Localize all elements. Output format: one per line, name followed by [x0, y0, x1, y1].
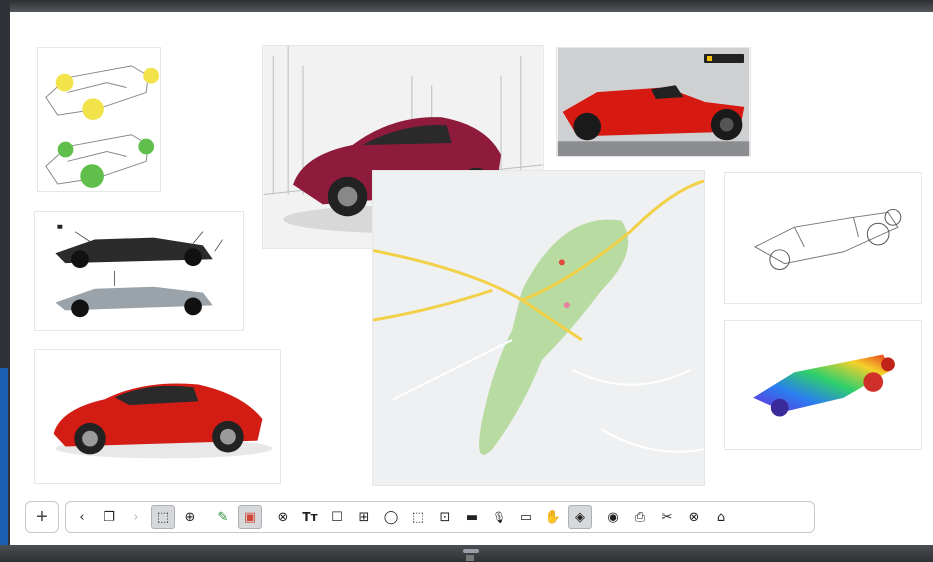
copy-button[interactable]: ❐ — [97, 505, 121, 529]
video-icon: ▬ — [465, 509, 479, 525]
f1-cfd-render-card[interactable] — [724, 320, 922, 450]
eraser-icon: ⊗ — [277, 509, 289, 525]
home-button[interactable]: ⌂ — [709, 505, 733, 529]
f1-line-drawing-image — [753, 208, 902, 271]
screen-icon: ⊡ — [439, 509, 451, 525]
home-icon: ⌂ — [716, 509, 726, 525]
video-button[interactable]: ▬ — [460, 505, 484, 529]
record-button[interactable]: ◉ — [601, 505, 625, 529]
keyboard-icon: ▭ — [519, 509, 533, 525]
f1-sketch-image — [45, 65, 160, 188]
color-button[interactable]: ▣ — [238, 505, 262, 529]
circuit-map-card[interactable] — [372, 170, 705, 486]
f1-line-drawing-card[interactable] — [724, 172, 922, 304]
print-icon: ⎙ — [634, 509, 646, 525]
scissors-icon: ✂ — [661, 509, 673, 525]
camera-notch — [466, 555, 474, 561]
hand-button[interactable]: ✋ — [541, 505, 565, 529]
close-icon: ⊗ — [688, 509, 700, 525]
eraser-button[interactable]: ⊗ — [271, 505, 295, 529]
lasso-icon: ◯ — [383, 509, 399, 525]
crop-icon: ⬚ — [411, 509, 425, 525]
whiteboard-canvas[interactable]: + ‹ ❐ › ⬚ ⊕ ✎ ▣ ⊗ Tт ☐ ⊞ ◯ ⬚ ⊡ ▬ 🎙 ▭ ✋ ◈… — [10, 12, 933, 545]
insert-button[interactable]: ⊕ — [178, 505, 202, 529]
color-icon: ▣ — [243, 509, 257, 525]
page-button[interactable]: ☐ — [325, 505, 349, 529]
blue-side-strip — [0, 368, 8, 548]
tool-buttons-bar: ‹ ❐ › ⬚ ⊕ ✎ ▣ ⊗ Tт ☐ ⊞ ◯ ⬚ ⊡ ▬ 🎙 ▭ ✋ ◈ ◉… — [65, 501, 815, 533]
back-button[interactable]: ‹ — [70, 505, 94, 529]
ferrari-badge — [704, 54, 744, 63]
ferrari-f1-photo-card[interactable] — [556, 47, 751, 157]
screen-capture-button[interactable]: ⊡ — [433, 505, 457, 529]
circuit-map-image — [373, 171, 704, 485]
print-button[interactable]: ⎙ — [628, 505, 652, 529]
f1-sketch-card[interactable] — [37, 47, 161, 192]
image-button[interactable]: ⊞ — [352, 505, 376, 529]
text-button[interactable]: Tт — [298, 505, 322, 529]
image-icon: ⊞ — [358, 509, 370, 525]
f1-side-views-image — [55, 224, 223, 318]
ferrari-f1-photo — [557, 48, 750, 156]
settings-button[interactable]: ◈ — [568, 505, 592, 529]
microphone-button[interactable]: 🎙 — [487, 505, 511, 529]
plus-icon: + — [36, 505, 48, 528]
monitor-top-bezel — [0, 0, 933, 12]
forward-button[interactable]: › — [124, 505, 148, 529]
forward-icon: › — [133, 509, 139, 525]
pen-icon: ✎ — [217, 509, 229, 525]
keyboard-button[interactable]: ▭ — [514, 505, 538, 529]
crop-button[interactable]: ⬚ — [406, 505, 430, 529]
power-led — [463, 549, 479, 553]
close-button[interactable]: ⊗ — [682, 505, 706, 529]
red-sports-car-card[interactable] — [34, 349, 281, 484]
select-tool-button[interactable]: ⬚ — [151, 505, 175, 529]
hand-icon: ✋ — [544, 509, 562, 525]
record-icon: ◉ — [607, 509, 619, 525]
monitor-bottom-bezel — [0, 545, 933, 562]
lasso-button[interactable]: ◯ — [379, 505, 403, 529]
back-icon: ‹ — [79, 509, 85, 525]
microphone-icon: 🎙 — [492, 510, 506, 524]
bottom-toolbar: + ‹ ❐ › ⬚ ⊕ ✎ ▣ ⊗ Tт ☐ ⊞ ◯ ⬚ ⊡ ▬ 🎙 ▭ ✋ ◈… — [25, 498, 815, 536]
select-icon: ⬚ — [156, 509, 170, 525]
settings-icon: ◈ — [575, 509, 585, 525]
text-icon: Tт — [302, 510, 318, 524]
page-icon: ☐ — [331, 509, 343, 525]
pen-button[interactable]: ✎ — [211, 505, 235, 529]
red-sports-car-image — [53, 383, 273, 459]
scissors-button[interactable]: ✂ — [655, 505, 679, 529]
add-page-button[interactable]: + — [25, 501, 59, 533]
copy-icon: ❐ — [103, 509, 115, 525]
insert-icon: ⊕ — [184, 509, 196, 525]
f1-cfd-render-image — [753, 354, 895, 417]
f1-side-views-card[interactable] — [34, 211, 244, 331]
